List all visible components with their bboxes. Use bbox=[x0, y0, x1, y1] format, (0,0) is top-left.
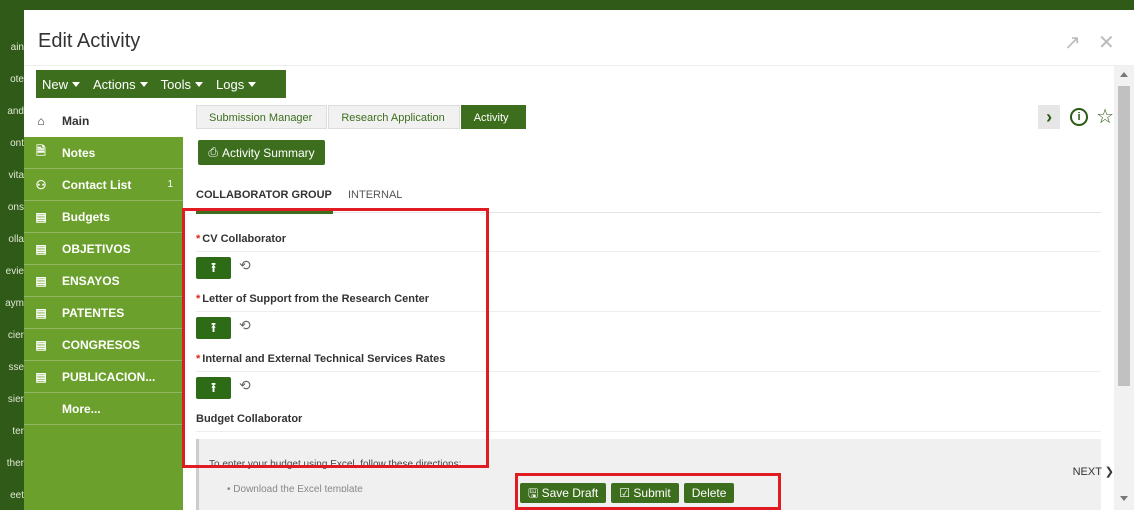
sidebar-item-publicacion[interactable]: ▤ PUBLICACION... bbox=[24, 361, 183, 393]
background-label: eet bbox=[10, 490, 24, 501]
highlight-box-form-fields bbox=[182, 208, 489, 468]
list-icon: ▤ bbox=[35, 369, 47, 384]
breadcrumb: Submission Manager Research Application … bbox=[196, 105, 527, 129]
sidebar-item-label: PATENTES bbox=[62, 305, 125, 320]
highlight-box-actions bbox=[515, 473, 781, 510]
sidebar-item-notes[interactable]: 🗎 Notes bbox=[24, 137, 183, 169]
menu-actions[interactable]: Actions bbox=[93, 77, 148, 92]
menu-new[interactable]: New bbox=[42, 76, 81, 92]
background-label: sier bbox=[7, 394, 24, 405]
sidebar-item-label: Budgets bbox=[62, 209, 110, 224]
background-label: ter bbox=[12, 426, 24, 437]
sidebar-item-label: PUBLICACION... bbox=[62, 369, 156, 384]
breadcrumb-activity[interactable]: Activity bbox=[460, 105, 526, 129]
background-label: and bbox=[7, 106, 24, 117]
sidebar-item-more[interactable]: More... bbox=[24, 393, 183, 425]
count-badge: 1 bbox=[167, 179, 173, 190]
background-label: ons bbox=[7, 202, 24, 213]
background-label: vita bbox=[8, 170, 24, 181]
sidebar-item-label: Contact List bbox=[62, 177, 132, 192]
sidebar-item-ensayos[interactable]: ▤ ENSAYOS bbox=[24, 265, 183, 297]
list-icon: ▤ bbox=[35, 337, 47, 352]
background-label: cier bbox=[7, 330, 24, 341]
background-label: olla bbox=[8, 234, 24, 245]
menu-new-label: New bbox=[42, 76, 69, 92]
people-icon: ⚇ bbox=[35, 177, 47, 192]
toolbar-icons: › i ☆ bbox=[1038, 105, 1114, 129]
chevron-right-icon: ❯ bbox=[1104, 466, 1114, 478]
sidebar-item-objetivos[interactable]: ▤ OBJETIVOS bbox=[24, 233, 183, 265]
open-external-icon[interactable]: ↗ bbox=[1064, 30, 1081, 55]
list-icon: ▤ bbox=[35, 305, 47, 320]
sidebar-item-patentes[interactable]: ▤ PATENTES bbox=[24, 297, 183, 329]
sidebar-item-main[interactable]: ⌂ Main bbox=[24, 105, 183, 137]
tab-internal[interactable]: INTERNAL bbox=[348, 189, 402, 201]
next-button[interactable]: NEXT ❯ bbox=[1073, 465, 1114, 478]
close-icon[interactable]: ✕ bbox=[1098, 30, 1115, 55]
list-icon: ▤ bbox=[35, 209, 47, 224]
scroll-up-arrow-icon[interactable] bbox=[1120, 72, 1128, 77]
scrollbar[interactable] bbox=[1114, 66, 1134, 510]
background-label: ther bbox=[6, 458, 24, 469]
star-icon[interactable]: ☆ bbox=[1096, 107, 1114, 127]
sidebar-item-contact-list[interactable]: ⚇ Contact List 1 bbox=[24, 169, 183, 201]
sidebar-item-label: Notes bbox=[62, 145, 96, 160]
breadcrumb-submission-manager[interactable]: Submission Manager bbox=[196, 105, 328, 129]
scroll-down-arrow-icon[interactable] bbox=[1120, 496, 1128, 501]
caret-down-icon bbox=[248, 81, 257, 87]
menu-logs[interactable]: Logs bbox=[216, 76, 257, 92]
note-icon: 🗎 bbox=[36, 144, 46, 158]
sidebar-item-label: OBJETIVOS bbox=[62, 241, 131, 256]
activity-summary-label: Activity Summary bbox=[221, 145, 315, 160]
menubar: New Actions Tools Logs bbox=[36, 70, 286, 98]
tab-collaborator-group[interactable]: COLLABORATOR GROUP bbox=[196, 189, 332, 201]
background-label: ote bbox=[10, 74, 24, 85]
modal-title: Edit Activity bbox=[38, 30, 141, 52]
background-label: ain bbox=[10, 42, 24, 53]
caret-down-icon bbox=[139, 81, 148, 87]
sidebar: ⌂ Main 🗎 Notes ⚇ Contact List 1 ▤ Budget… bbox=[24, 105, 183, 510]
background-label: sse bbox=[8, 362, 24, 373]
sidebar-item-label: CONGRESOS bbox=[62, 337, 141, 352]
sidebar-item-label: More... bbox=[62, 401, 101, 416]
activity-summary-button[interactable]: ⎙ Activity Summary bbox=[198, 140, 325, 165]
menu-tools[interactable]: Tools bbox=[160, 76, 204, 92]
budget-instructions-bullet: • Download the Excel template bbox=[227, 484, 363, 492]
sidebar-item-budgets[interactable]: ▤ Budgets bbox=[24, 201, 183, 233]
menu-actions-label: Actions bbox=[93, 76, 136, 92]
sidebar-item-label: ENSAYOS bbox=[62, 273, 120, 288]
list-icon: ▤ bbox=[35, 241, 47, 256]
list-icon: ▤ bbox=[35, 273, 47, 288]
background-label: aym bbox=[5, 298, 24, 309]
caret-down-icon bbox=[72, 81, 81, 87]
breadcrumb-research-application[interactable]: Research Application bbox=[328, 105, 460, 129]
background-label: evie bbox=[5, 266, 24, 277]
home-icon: ⌂ bbox=[37, 114, 45, 128]
sidebar-item-label: Main bbox=[62, 114, 90, 128]
print-icon: ⎙ bbox=[208, 145, 218, 159]
info-icon[interactable]: i bbox=[1070, 108, 1089, 126]
modal-header: Edit Activity ↗ ✕ bbox=[24, 10, 1134, 66]
menu-tools-label: Tools bbox=[160, 76, 192, 92]
next-label: NEXT bbox=[1072, 466, 1102, 478]
menu-logs-label: Logs bbox=[216, 76, 245, 92]
chevron-right-icon[interactable]: › bbox=[1038, 105, 1061, 129]
background-label: ont bbox=[10, 138, 24, 149]
sidebar-item-congresos[interactable]: ▤ CONGRESOS bbox=[24, 329, 183, 361]
background-app-sidebar: ain ote and ont vita ons olla evie aym c… bbox=[0, 0, 24, 510]
caret-down-icon bbox=[195, 81, 204, 87]
scroll-thumb[interactable] bbox=[1118, 86, 1130, 386]
